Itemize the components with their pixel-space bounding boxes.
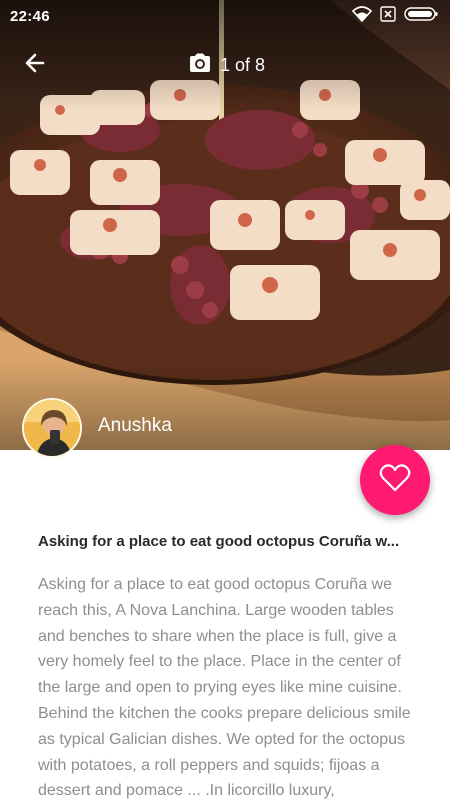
- status-icons: [351, 5, 438, 27]
- photo-counter-text: 1 of 8: [220, 55, 266, 75]
- wifi-icon: [351, 5, 373, 27]
- back-button[interactable]: [18, 50, 52, 80]
- author-info[interactable]: Anushka: [22, 398, 172, 458]
- camera-icon: [188, 52, 212, 79]
- avatar[interactable]: [22, 398, 82, 458]
- status-bar: 22:46: [0, 0, 450, 32]
- status-time: 22:46: [10, 7, 50, 25]
- author-name[interactable]: Anushka: [98, 415, 172, 437]
- heart-outline-icon: [379, 463, 411, 498]
- review-photo-screen: 22:46 1 of 8 Anushka Asking for a place …: [0, 0, 450, 800]
- battery-icon: [404, 6, 438, 26]
- post-body: Asking for a place to eat good octopus C…: [38, 576, 411, 800]
- photo-counter: 1 of 8: [188, 52, 265, 79]
- like-button[interactable]: [360, 445, 430, 515]
- post-title: Asking for a place to eat good octopus C…: [38, 533, 400, 550]
- sim-off-icon: [380, 5, 396, 27]
- arrow-left-icon: [23, 51, 47, 80]
